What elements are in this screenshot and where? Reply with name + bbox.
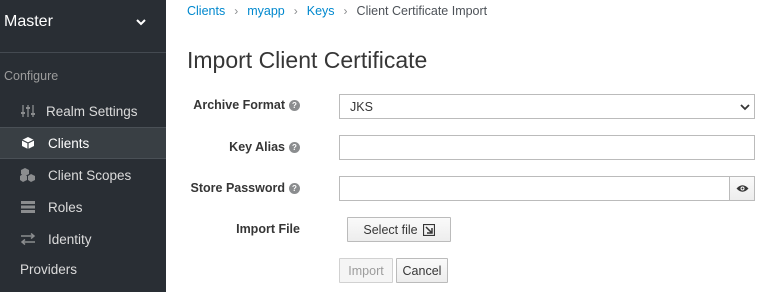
sidebar-item-identity-providers[interactable]: Identity [0, 223, 166, 255]
breadcrumb-clients[interactable]: Clients [187, 4, 225, 18]
import-file-label: Import File [236, 222, 300, 236]
section-label: Configure [4, 69, 59, 83]
breadcrumb-separator: › [234, 4, 239, 18]
list-icon [20, 199, 36, 215]
chevron-down-icon [740, 104, 750, 111]
breadcrumb-separator: › [293, 4, 298, 18]
sidebar-item-client-scopes[interactable]: Client Scopes [0, 159, 166, 191]
realm-name: Master [4, 13, 53, 30]
archive-format-select[interactable]: JKS [339, 94, 755, 119]
sidebar-item-roles[interactable]: Roles [0, 191, 166, 223]
upload-icon [422, 223, 435, 236]
sidebar-item-label: Realm Settings [46, 103, 138, 119]
sliders-icon [20, 103, 36, 119]
eye-icon [736, 185, 748, 192]
help-icon[interactable]: ? [289, 141, 300, 153]
key-alias-label: Key Alias? [229, 140, 300, 154]
chevron-down-icon [136, 19, 146, 26]
sidebar-item-label: Providers [20, 261, 78, 277]
breadcrumb: Clients › myapp › Keys › Client Certific… [187, 2, 487, 20]
breadcrumb-separator: › [343, 4, 348, 18]
cancel-button[interactable]: Cancel [396, 258, 448, 283]
store-password-label: Store Password? [191, 181, 300, 195]
import-button[interactable]: Import [339, 258, 393, 283]
store-password-input[interactable] [339, 176, 729, 201]
sidebar-item-label: Client Scopes [48, 167, 132, 183]
show-password-button[interactable] [729, 176, 755, 201]
page-title: Import Client Certificate [187, 47, 428, 73]
archive-format-label: Archive Format? [193, 98, 300, 112]
sidebar-item-providers[interactable]: Providers [0, 253, 166, 285]
sidebar-item-label: Roles [48, 199, 83, 215]
exchange-icon [20, 231, 36, 247]
sidebar: Master Configure Realm Settings Clients … [0, 0, 166, 292]
realm-selector[interactable]: Master [0, 0, 166, 53]
sidebar-item-realm-settings[interactable]: Realm Settings [0, 95, 166, 127]
cubes-icon [20, 167, 36, 183]
sidebar-item-label: Identity [48, 231, 92, 247]
store-password-group [339, 176, 755, 201]
breadcrumb-myapp[interactable]: myapp [247, 4, 285, 18]
sidebar-item-clients[interactable]: Clients [0, 127, 166, 159]
help-icon[interactable]: ? [289, 99, 300, 111]
sidebar-item-label: Clients [48, 135, 90, 151]
breadcrumb-current: Client Certificate Import [356, 4, 488, 18]
cube-icon [20, 135, 36, 151]
help-icon[interactable]: ? [289, 182, 300, 194]
select-file-button[interactable]: Select file [347, 217, 451, 242]
breadcrumb-keys[interactable]: Keys [307, 4, 335, 18]
key-alias-input[interactable] [339, 135, 755, 160]
